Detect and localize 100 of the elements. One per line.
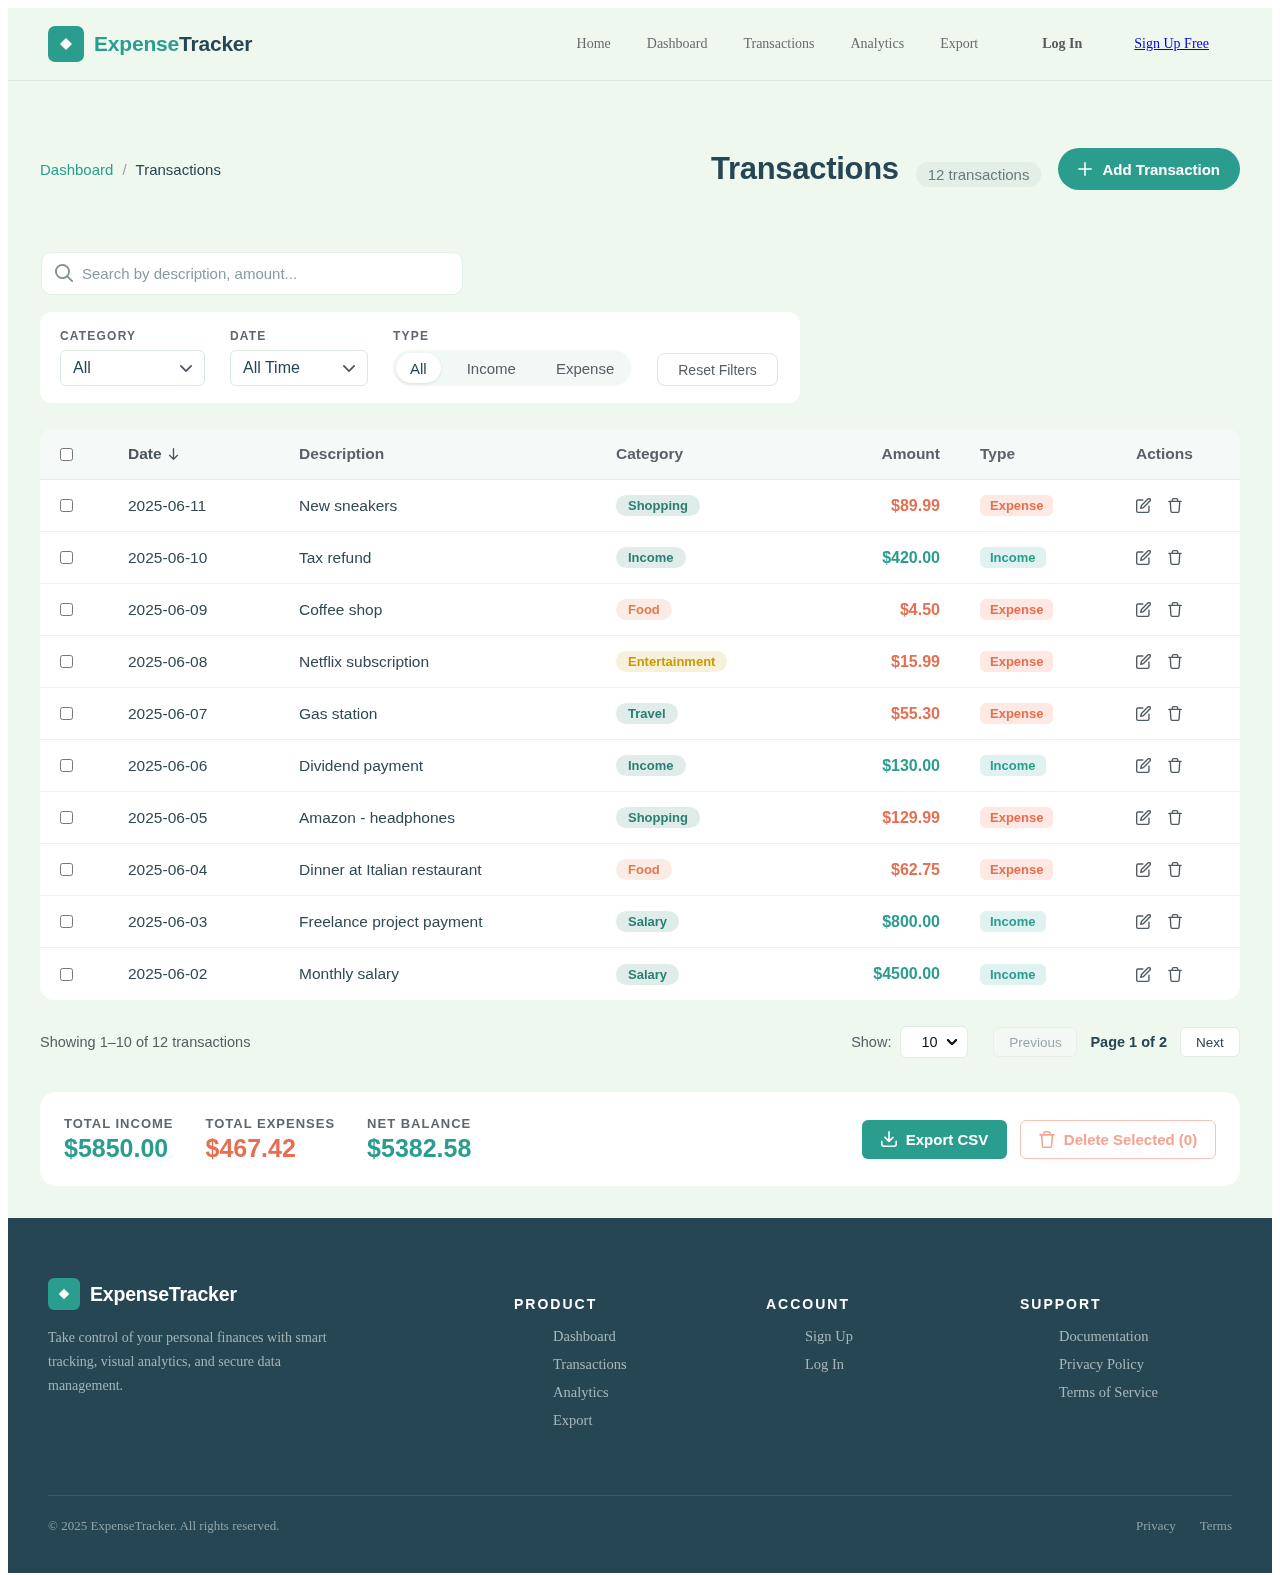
- edit-icon[interactable]: [1136, 498, 1151, 513]
- logo-text[interactable]: ExpenseTracker: [94, 32, 253, 56]
- trash-icon[interactable]: [1168, 654, 1182, 669]
- chevron-down-icon: [180, 364, 192, 372]
- footer-link[interactable]: Transactions: [553, 1356, 627, 1373]
- amount-cell: $55.30: [891, 704, 940, 723]
- count-badge: 12 transactions: [915, 161, 1042, 187]
- type-option[interactable]: All: [396, 353, 441, 383]
- footer-logo-text[interactable]: ExpenseTracker: [90, 1282, 237, 1306]
- date-cell: 2025-06-03: [128, 912, 208, 931]
- type-badge: Expense: [980, 807, 1054, 828]
- chevron-down-icon: [947, 1039, 958, 1045]
- category-tag: Income: [616, 755, 686, 776]
- date-select[interactable]: All Time: [230, 350, 368, 386]
- edit-icon[interactable]: [1136, 550, 1151, 565]
- page-size-label: Show:: [851, 1034, 892, 1050]
- export-csv-button[interactable]: Export CSV: [862, 1119, 1007, 1159]
- footer-link[interactable]: Log In: [805, 1356, 845, 1373]
- column-header: Description: [299, 445, 385, 463]
- page-indicator: Page 1 of 2: [1090, 1034, 1167, 1050]
- edit-icon[interactable]: [1136, 914, 1151, 929]
- trash-icon[interactable]: [1168, 550, 1182, 565]
- footer-link[interactable]: Privacy Policy: [1059, 1356, 1144, 1373]
- stat-label: TOTAL EXPENSES: [205, 1115, 336, 1131]
- footer-link[interactable]: Export: [553, 1412, 593, 1429]
- edit-icon[interactable]: [1136, 810, 1151, 825]
- logo-icon: [48, 26, 84, 62]
- breadcrumb-separator: /: [122, 160, 127, 178]
- trash-icon[interactable]: [1168, 758, 1182, 773]
- type-option[interactable]: Expense: [541, 353, 629, 383]
- amount-cell: $89.99: [891, 496, 940, 515]
- next-page-button[interactable]: Next: [1180, 1027, 1240, 1057]
- type-option[interactable]: Income: [452, 353, 530, 383]
- footer-link[interactable]: Terms: [1199, 1518, 1232, 1534]
- footer-link[interactable]: Terms of Service: [1059, 1384, 1158, 1401]
- row-checkbox[interactable]: [60, 603, 73, 616]
- amount-cell: $4.50: [899, 600, 940, 619]
- row-checkbox[interactable]: [60, 915, 73, 928]
- signup-link[interactable]: Sign Up Free: [1134, 36, 1209, 52]
- footer-link[interactable]: Analytics: [553, 1384, 609, 1401]
- row-checkbox[interactable]: [60, 967, 73, 981]
- add-transaction-button[interactable]: Add Transaction: [1058, 148, 1240, 190]
- trash-icon[interactable]: [1168, 810, 1182, 825]
- row-checkbox[interactable]: [60, 863, 73, 876]
- breadcrumb-link[interactable]: Dashboard: [40, 160, 114, 178]
- row-checkbox[interactable]: [60, 811, 73, 824]
- breadcrumb-current: Transactions: [135, 160, 221, 178]
- date-cell: 2025-06-08: [128, 652, 208, 671]
- trash-icon[interactable]: [1168, 602, 1182, 617]
- footer-description: Take control of your personal finances with smart tracking, visual analytics, and secure data management.: [48, 1329, 328, 1395]
- copyright-text: © 2025 ExpenseTracker. All rights reserved.: [48, 1518, 280, 1534]
- amount-cell: $420.00: [882, 548, 940, 567]
- nav-link[interactable]: Analytics: [850, 36, 905, 52]
- footer-link[interactable]: Documentation: [1059, 1328, 1149, 1345]
- type-badge: Expense: [980, 495, 1054, 516]
- nav-link[interactable]: Export: [940, 36, 979, 52]
- row-checkbox[interactable]: [60, 759, 73, 772]
- stat-value: $467.42: [205, 1133, 297, 1163]
- trash-icon[interactable]: [1168, 706, 1182, 721]
- type-badge: Income: [980, 911, 1046, 932]
- row-checkbox[interactable]: [60, 499, 73, 512]
- search-field[interactable]: Search by description, amount...: [41, 252, 463, 295]
- column-header[interactable]: Date: [128, 445, 162, 463]
- row-checkbox[interactable]: [60, 707, 73, 720]
- trash-icon[interactable]: [1168, 914, 1182, 929]
- arrow-down-icon[interactable]: [167, 448, 179, 460]
- trash-icon[interactable]: [1168, 862, 1182, 877]
- date-cell: 2025-06-10: [128, 548, 208, 567]
- edit-icon[interactable]: [1136, 862, 1151, 877]
- nav-link[interactable]: Dashboard: [646, 36, 708, 52]
- page-size-select[interactable]: 10: [900, 1026, 969, 1058]
- footer-link[interactable]: Sign Up: [805, 1328, 853, 1345]
- row-checkbox[interactable]: [60, 655, 73, 668]
- column-header: Type: [980, 445, 1016, 463]
- category-select[interactable]: All: [60, 350, 205, 386]
- edit-icon[interactable]: [1136, 966, 1151, 982]
- date-cell: 2025-06-07: [128, 704, 208, 723]
- footer-link[interactable]: Privacy: [1135, 1518, 1176, 1534]
- category-tag: Shopping: [616, 807, 700, 828]
- login-link[interactable]: Log In: [1042, 36, 1083, 52]
- stat-value: $5382.58: [367, 1133, 472, 1163]
- description-cell: Amazon - headphones: [299, 808, 455, 827]
- category-tag: Income: [616, 547, 686, 568]
- description-cell: New sneakers: [299, 496, 398, 515]
- edit-icon[interactable]: [1136, 706, 1151, 721]
- edit-icon[interactable]: [1136, 602, 1151, 617]
- date-cell: 2025-06-05: [128, 808, 208, 827]
- type-badge: Expense: [980, 599, 1054, 620]
- trash-icon[interactable]: [1168, 966, 1182, 982]
- footer-link[interactable]: Dashboard: [553, 1328, 616, 1345]
- edit-icon[interactable]: [1136, 758, 1151, 773]
- nav-link[interactable]: Home: [576, 36, 611, 52]
- trash-icon[interactable]: [1168, 498, 1182, 513]
- select-all-checkbox[interactable]: [60, 447, 73, 461]
- category-tag: Salary: [616, 911, 680, 932]
- edit-icon[interactable]: [1136, 654, 1151, 669]
- row-checkbox[interactable]: [60, 551, 73, 564]
- nav-link[interactable]: Transactions: [743, 36, 815, 52]
- reset-filters-button[interactable]: Reset Filters: [657, 353, 778, 386]
- plus-icon: [1078, 162, 1093, 176]
